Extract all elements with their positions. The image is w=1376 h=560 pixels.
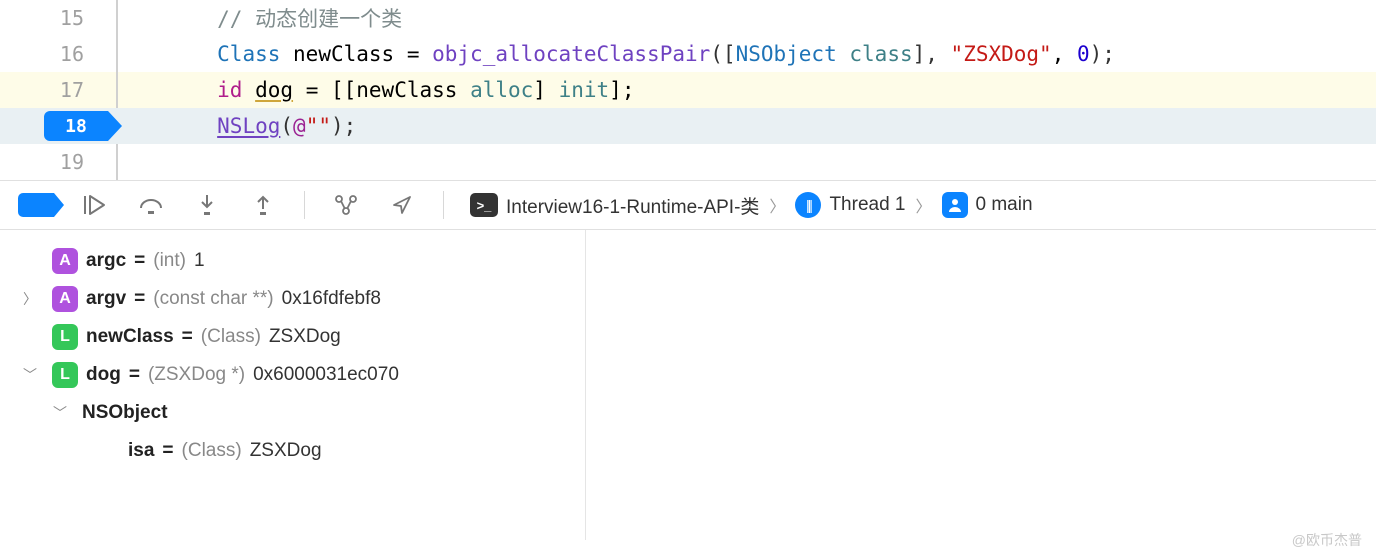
disclosure-triangle[interactable]: 〉	[18, 289, 42, 309]
code-line[interactable]: 19	[0, 144, 1376, 180]
code-line[interactable]: 15 // 动态创建一个类	[0, 0, 1376, 36]
debug-toolbar: >_ Interview16-1-Runtime-API-类 〉 ||| Thr…	[0, 180, 1376, 230]
variable-value: ZSXDog	[269, 326, 341, 348]
breadcrumb: >_ Interview16-1-Runtime-API-类 〉 ||| Thr…	[470, 192, 1033, 219]
continue-button[interactable]	[80, 190, 110, 220]
toolbar-divider	[443, 191, 444, 219]
breakpoint-indicator[interactable]: 18	[44, 111, 108, 141]
variable-row[interactable]: LnewClass = (Class) ZSXDog	[0, 318, 585, 356]
location-button[interactable]	[387, 190, 417, 220]
variable-value: 0x6000031ec070	[253, 364, 399, 386]
code-text: NSLog(@"");	[116, 114, 1376, 138]
step-out-button[interactable]	[248, 190, 278, 220]
variable-type: (const char **)	[153, 288, 273, 310]
variable-name: argv	[86, 288, 126, 310]
step-into-button[interactable]	[192, 190, 222, 220]
variable-name: dog	[86, 364, 121, 386]
line-number: 16	[0, 42, 116, 66]
variable-badge: A	[52, 248, 78, 274]
debug-hierarchy-button[interactable]	[331, 190, 361, 220]
breadcrumb-frame[interactable]: 0 main	[942, 192, 1033, 218]
variable-name: NSObject	[82, 402, 168, 424]
variable-type: (ZSXDog *)	[148, 364, 245, 386]
variable-badge: L	[52, 362, 78, 388]
variable-type: (Class)	[201, 326, 261, 348]
variable-row[interactable]: ﹀ NSObject	[0, 394, 585, 432]
variable-type: (Class)	[182, 440, 242, 462]
variable-badge: L	[52, 324, 78, 350]
variable-eq: =	[162, 440, 173, 462]
disclosure-triangle[interactable]: ﹀	[18, 365, 42, 385]
line-number: 15	[0, 6, 116, 30]
variable-name: newClass	[86, 326, 174, 348]
breadcrumb-target[interactable]: >_ Interview16-1-Runtime-API-类	[470, 192, 759, 219]
variable-type: (int)	[153, 250, 186, 272]
variables-panel[interactable]: Aargc = (int) 1〉Aargv = (const char **) …	[0, 230, 586, 540]
code-text: Class newClass = objc_allocateClassPair(…	[116, 42, 1376, 66]
variable-value: 1	[194, 250, 205, 272]
variable-name: argc	[86, 250, 126, 272]
chevron-right-icon: 〉	[769, 193, 785, 217]
line-number: 19	[0, 150, 116, 174]
variable-badge: A	[52, 286, 78, 312]
line-number: 17	[0, 78, 116, 102]
variable-eq: =	[134, 288, 145, 310]
disclosure-triangle[interactable]: ﹀	[48, 403, 72, 423]
variable-row[interactable]: 〉 Aargv = (const char **) 0x16fdfebf8	[0, 280, 585, 318]
variable-eq: =	[129, 364, 140, 386]
watermark: @欧币杰普	[1292, 530, 1362, 550]
variable-row[interactable]: Aargc = (int) 1	[0, 242, 585, 280]
variable-eq: =	[134, 250, 145, 272]
gutter-divider	[116, 0, 118, 180]
toggle-breakpoints-button[interactable]	[18, 193, 54, 217]
variable-value: ZSXDog	[250, 440, 322, 462]
code-line[interactable]: 16 Class newClass = objc_allocateClassPa…	[0, 36, 1376, 72]
debug-area: Aargc = (int) 1〉Aargv = (const char **) …	[0, 230, 1376, 540]
thread-icon: |||	[795, 192, 821, 218]
code-text: // 动态创建一个类	[116, 3, 1376, 33]
step-over-button[interactable]	[136, 190, 166, 220]
variable-row[interactable]: isa = (Class) ZSXDog	[0, 432, 585, 470]
code-line-current[interactable]: 18 NSLog(@"");	[0, 108, 1376, 144]
variable-value: 0x16fdfebf8	[282, 288, 381, 310]
terminal-icon: >_	[470, 193, 498, 217]
code-text: id dog = [[newClass alloc] init];	[116, 78, 1376, 102]
variable-eq: =	[182, 326, 193, 348]
console-panel[interactable]	[586, 230, 1376, 540]
user-icon	[942, 192, 968, 218]
code-line[interactable]: 17 id dog = [[newClass alloc] init];	[0, 72, 1376, 108]
toolbar-divider	[304, 191, 305, 219]
code-editor[interactable]: 15 // 动态创建一个类 16 Class newClass = objc_a…	[0, 0, 1376, 180]
variable-name: isa	[128, 440, 154, 462]
variable-row[interactable]: ﹀ Ldog = (ZSXDog *) 0x6000031ec070	[0, 356, 585, 394]
chevron-right-icon: 〉	[915, 193, 931, 217]
breadcrumb-thread[interactable]: ||| Thread 1	[795, 192, 905, 218]
